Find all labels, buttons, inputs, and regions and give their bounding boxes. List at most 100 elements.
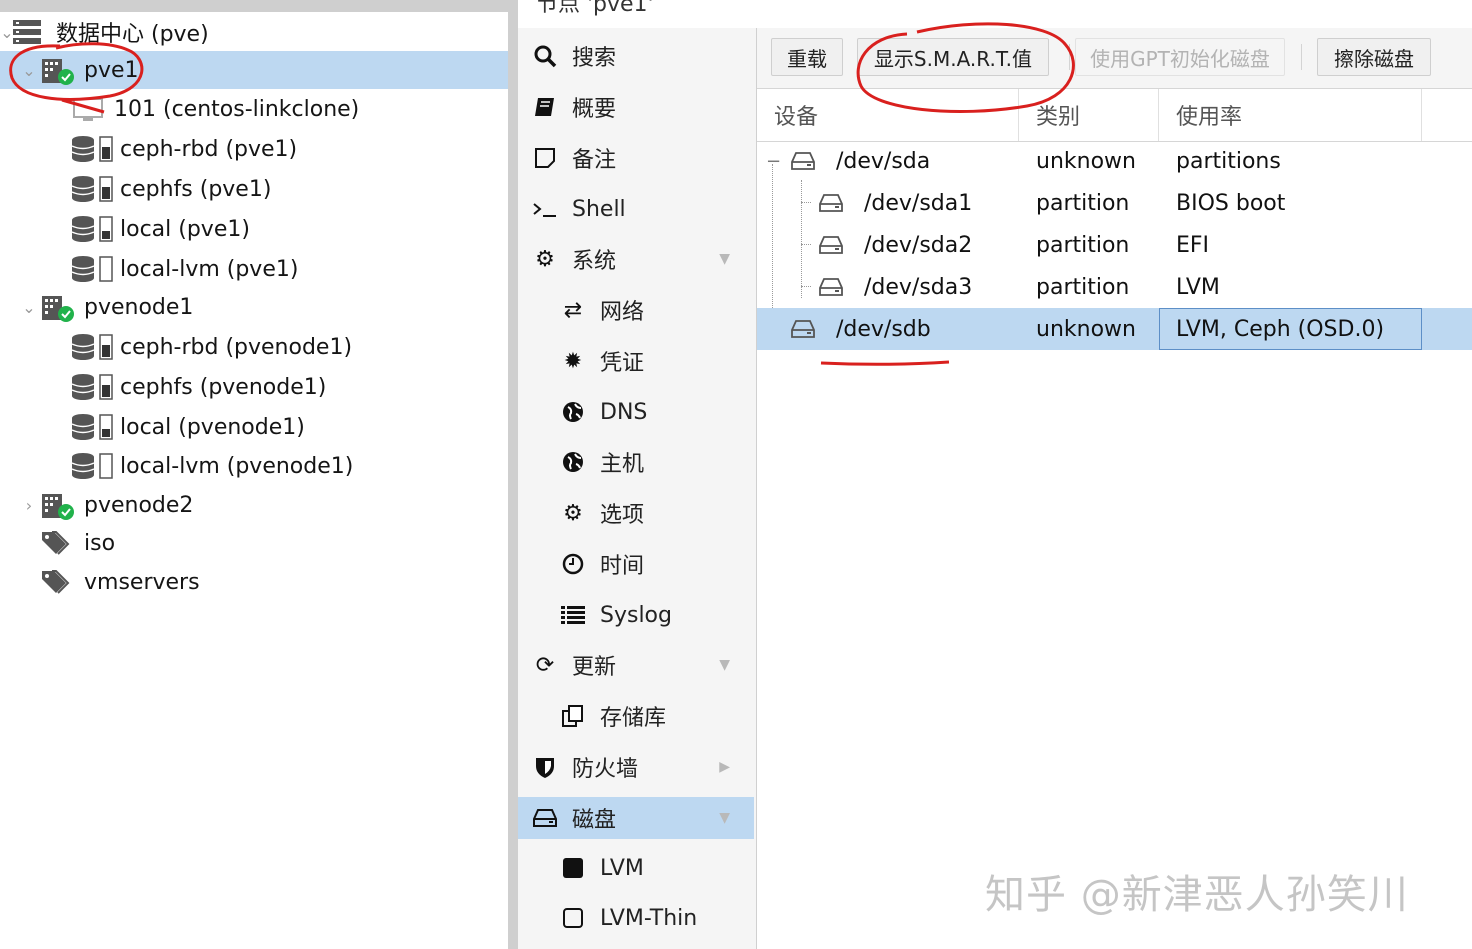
tree-item-node-pvenode2[interactable]: › pvenode2 — [0, 486, 508, 524]
menu-item-label: 更新 — [572, 655, 617, 680]
menu-item-updates[interactable]: ⟳ 更新 ▼ — [518, 644, 754, 686]
tree-item-label: cephfs (pvenode1) — [120, 374, 327, 400]
menu-item-network[interactable]: ⇄ 网络 — [518, 289, 754, 331]
node-online-icon — [40, 57, 76, 85]
column-divider — [1018, 89, 1019, 141]
menu-item-search[interactable]: 搜索 — [518, 35, 754, 77]
wipe-disk-button[interactable]: 擦除磁盘 — [1317, 38, 1431, 76]
collapse-icon[interactable]: ⌄ — [22, 298, 36, 317]
panel-splitter[interactable] — [508, 0, 518, 949]
storage-icon — [70, 255, 114, 283]
storage-icon — [70, 413, 114, 441]
menu-item-label: 凭证 — [600, 351, 645, 376]
menu-item-label: 主机 — [600, 452, 645, 477]
globe-icon — [560, 449, 586, 475]
storage-icon — [70, 452, 114, 480]
tree-item-storage[interactable]: local (pvenode1) — [0, 408, 508, 446]
node-header: 节点 'pve1' — [518, 0, 1472, 29]
device-cell: /dev/sdb — [836, 316, 931, 342]
chevron-down-icon: ▼ — [719, 251, 730, 267]
menu-item-label: 防火墙 — [572, 757, 639, 782]
menu-item-lvm-thin[interactable]: LVM-Thin — [518, 897, 754, 939]
tree-item-storage[interactable]: ceph-rbd (pve1) — [0, 130, 508, 168]
tree-item-vm[interactable]: 101 (centos-linkclone) — [0, 90, 508, 128]
note-icon — [532, 145, 558, 171]
menu-item-time[interactable]: 时间 — [518, 543, 754, 585]
hdd-icon — [819, 276, 843, 298]
list-icon — [560, 602, 586, 628]
menu-item-label: LVM — [600, 855, 644, 881]
storage-icon — [70, 215, 114, 243]
tree-item-pool[interactable]: iso — [0, 524, 508, 562]
tree-item-storage[interactable]: local-lvm (pve1) — [0, 250, 508, 288]
certificate-icon: ✹ — [563, 348, 583, 374]
menu-item-label: LVM-Thin — [600, 905, 698, 931]
column-header-usage[interactable]: 使用率 — [1176, 89, 1242, 141]
menu-item-label: 网络 — [600, 300, 645, 325]
table-row[interactable]: /dev/sda2 partition EFI — [757, 224, 1472, 266]
resource-tree: ⌄ 数据中心 (pve) ⌄ pve1 101 (centos-linkclon… — [0, 0, 508, 949]
show-smart-button[interactable]: 显示S.M.A.R.T.值 — [857, 38, 1049, 76]
tree-item-storage[interactable]: local-lvm (pvenode1) — [0, 447, 508, 485]
device-cell: /dev/sda3 — [864, 274, 973, 300]
refresh-icon: ⟳ — [535, 652, 555, 678]
init-gpt-button[interactable]: 使用GPT初始化磁盘 — [1075, 38, 1285, 76]
table-row-selected[interactable]: /dev/sdb unknown LVM, Ceph (OSD.0) — [757, 308, 1472, 350]
type-cell: partition — [1036, 274, 1130, 300]
globe-icon — [560, 399, 586, 425]
menu-item-hosts[interactable]: 主机 — [518, 441, 754, 483]
table-row[interactable]: /dev/sda1 partition BIOS boot — [757, 182, 1472, 224]
menu-item-repositories[interactable]: 存储库 — [518, 695, 754, 737]
tree-item-storage[interactable]: ceph-rbd (pvenode1) — [0, 328, 508, 366]
tree-item-datacenter[interactable]: ⌄ 数据中心 (pve) — [0, 13, 508, 51]
tree-item-storage[interactable]: cephfs (pvenode1) — [0, 368, 508, 406]
chevron-down-icon: ▼ — [719, 810, 730, 826]
menu-item-firewall[interactable]: 防火墙 ▶ — [518, 746, 754, 788]
menu-item-syslog[interactable]: Syslog — [518, 594, 754, 636]
datacenter-icon — [12, 19, 42, 45]
table-row[interactable]: − /dev/sda unknown partitions — [757, 140, 1472, 182]
menu-item-label: Syslog — [600, 602, 672, 628]
book-icon — [532, 94, 558, 120]
menu-item-dns[interactable]: DNS — [518, 391, 754, 433]
vm-icon — [72, 96, 104, 124]
hdd-icon — [819, 234, 843, 256]
tree-item-pool[interactable]: vmservers — [0, 563, 508, 601]
column-header-device[interactable]: 设备 — [774, 89, 818, 141]
menu-item-notes[interactable]: 备注 — [518, 137, 754, 179]
tree-item-node-pvenode1[interactable]: ⌄ pvenode1 — [0, 288, 508, 326]
menu-item-shell[interactable]: Shell — [518, 188, 754, 230]
menu-item-lvm[interactable]: LVM — [518, 847, 754, 889]
tree-item-label: pve1 — [84, 57, 139, 83]
column-header-type[interactable]: 类别 — [1036, 89, 1080, 141]
menu-item-disks[interactable]: 磁盘 ▼ — [518, 797, 754, 839]
hdd-icon — [819, 192, 843, 214]
tree-item-node-pve1[interactable]: ⌄ pve1 — [0, 51, 508, 89]
search-icon — [532, 43, 558, 69]
tree-item-storage[interactable]: cephfs (pve1) — [0, 170, 508, 208]
collapse-icon[interactable]: ⌄ — [22, 61, 36, 80]
hdd-icon — [791, 318, 815, 340]
reload-button[interactable]: 重载 — [771, 38, 843, 76]
tree-item-label: iso — [84, 530, 116, 556]
tree-item-label: local (pvenode1) — [120, 414, 305, 440]
hdd-icon — [791, 150, 815, 172]
collapse-icon[interactable]: − — [766, 140, 781, 182]
column-divider — [1158, 89, 1159, 141]
menu-item-options[interactable]: ⚙ 选项 — [518, 492, 754, 534]
storage-icon — [70, 135, 114, 163]
hdd-icon — [532, 805, 558, 831]
menu-item-system[interactable]: ⚙ 系统 ▼ — [518, 238, 754, 280]
table-row[interactable]: /dev/sda3 partition LVM — [757, 266, 1472, 308]
storage-icon — [70, 373, 114, 401]
node-online-icon — [40, 492, 76, 520]
storage-icon — [70, 333, 114, 361]
menu-item-label: 系统 — [572, 249, 617, 274]
usage-cell: LVM — [1176, 274, 1220, 300]
menu-item-certificates[interactable]: ✹ 凭证 — [518, 340, 754, 382]
device-cell: /dev/sda1 — [864, 190, 973, 216]
menu-item-summary[interactable]: 概要 — [518, 86, 754, 128]
usage-cell: LVM, Ceph (OSD.0) — [1159, 308, 1422, 350]
expand-icon[interactable]: › — [22, 496, 36, 515]
tree-item-storage[interactable]: local (pve1) — [0, 210, 508, 248]
